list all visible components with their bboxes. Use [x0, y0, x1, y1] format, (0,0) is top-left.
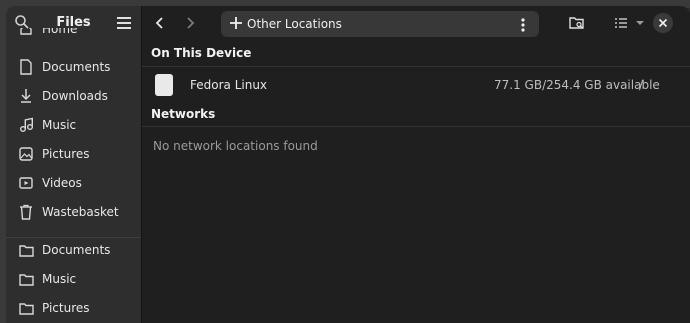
- image-icon: [18, 146, 34, 162]
- drive-icon: [155, 74, 173, 96]
- chevron-down-icon[interactable]: [631, 14, 649, 32]
- forward-button[interactable]: [181, 14, 199, 32]
- sidebar-item-label: Wastebasket: [42, 205, 119, 219]
- sidebar-item-label: Pictures: [42, 147, 90, 161]
- header-bar: Other Locations: [142, 6, 690, 40]
- list-view-icon[interactable]: [612, 14, 630, 32]
- music-icon: [18, 117, 34, 133]
- folder-icon: [18, 300, 34, 316]
- files-window: Files Home Documents Downloads Music Pic…: [6, 6, 690, 323]
- location-bar[interactable]: Other Locations: [221, 11, 539, 37]
- device-row[interactable]: Fedora Linux 77.1 GB/254.4 GB available …: [142, 67, 690, 103]
- sidebar-item-documents[interactable]: Documents: [6, 53, 141, 81]
- close-icon: [658, 18, 668, 28]
- home-icon: [18, 28, 34, 37]
- more-options-icon[interactable]: [517, 17, 529, 33]
- sidebar-item-music[interactable]: Music: [6, 111, 141, 139]
- sidebar-item-label: Documents: [42, 243, 111, 257]
- sidebar-item-documents-bookmark[interactable]: Documents: [6, 236, 141, 264]
- device-mount-path: /: [639, 78, 644, 92]
- empty-networks-message: No network locations found: [153, 139, 318, 153]
- sidebar-item-music-bookmark[interactable]: Music: [6, 265, 141, 293]
- sidebar-item-label: Music: [42, 272, 77, 286]
- sidebar-item-label: Music: [42, 118, 77, 132]
- sidebar-item-videos[interactable]: Videos: [6, 169, 141, 197]
- folder-icon: [18, 271, 34, 287]
- sidebar-item-home[interactable]: Home: [6, 28, 141, 44]
- device-name: Fedora Linux: [190, 78, 268, 92]
- download-icon: [18, 88, 34, 104]
- sidebar-item-label: Pictures: [42, 301, 90, 315]
- document-icon: [18, 59, 34, 75]
- sidebar-item-downloads[interactable]: Downloads: [6, 82, 141, 110]
- sidebar-item-pictures-bookmark[interactable]: Pictures: [6, 294, 141, 322]
- close-button[interactable]: [653, 13, 673, 33]
- section-heading-networks: Networks: [151, 107, 216, 121]
- plus-icon: [229, 16, 245, 32]
- search-folder-icon[interactable]: [568, 14, 586, 32]
- sidebar-item-label: Home: [42, 28, 78, 36]
- section-heading-on-this-device: On This Device: [151, 46, 252, 60]
- sidebar-item-label: Videos: [42, 176, 82, 190]
- sidebar: Files Home Documents Downloads Music Pic…: [6, 6, 142, 323]
- trash-icon: [18, 204, 34, 220]
- location-label: Other Locations: [247, 17, 342, 31]
- sidebar-item-label: Documents: [42, 60, 111, 74]
- sidebar-item-pictures[interactable]: Pictures: [6, 140, 141, 168]
- folder-icon: [18, 242, 34, 258]
- main-content: Other Locations On This Device Fedora Li…: [142, 6, 690, 323]
- sidebar-item-wastebasket[interactable]: Wastebasket: [6, 198, 141, 226]
- divider: [142, 126, 690, 127]
- video-icon: [18, 175, 34, 191]
- back-button[interactable]: [151, 14, 169, 32]
- device-space: 77.1 GB/254.4 GB available: [494, 78, 660, 92]
- sidebar-item-label: Downloads: [42, 89, 108, 103]
